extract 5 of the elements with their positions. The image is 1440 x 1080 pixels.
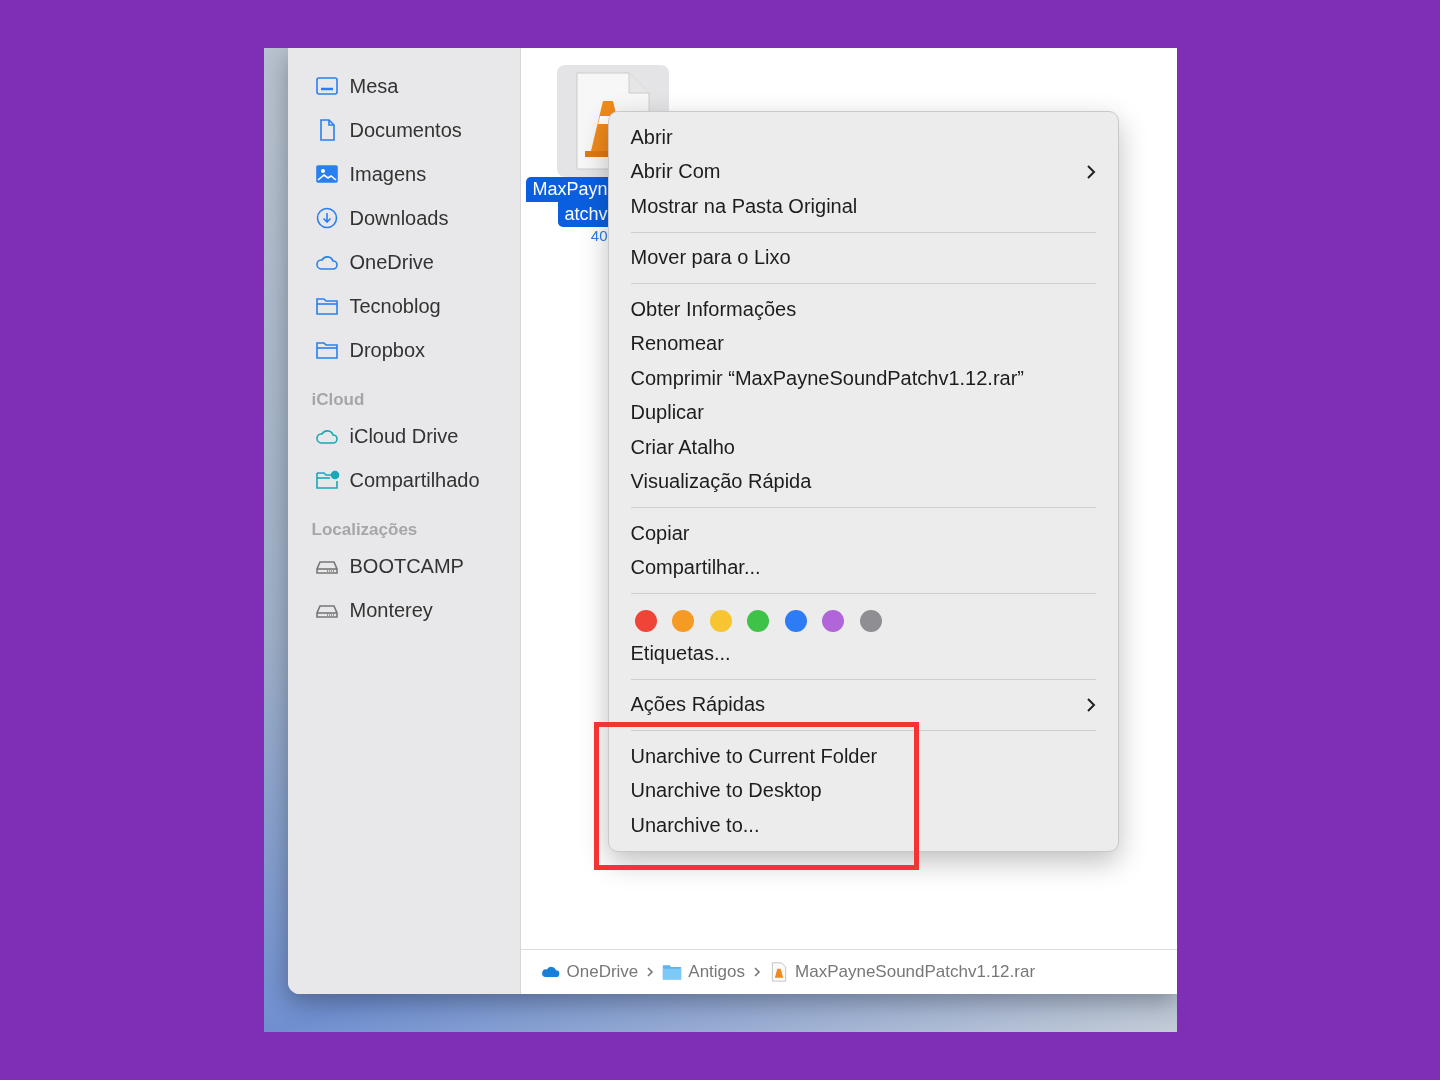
file-name: MaxPayn [526, 177, 608, 202]
section-heading: Localizações [311, 520, 419, 540]
section-heading: iCloud [311, 390, 366, 410]
file-name: atchv [558, 202, 608, 227]
file-size: 40 [590, 227, 608, 244]
